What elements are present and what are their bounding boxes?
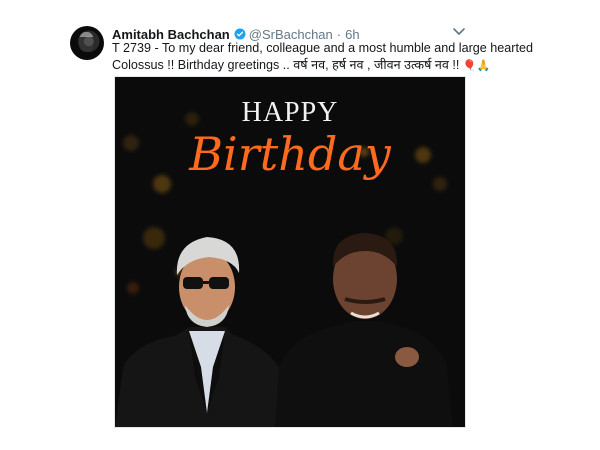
tweet-text-line-2: Colossus !! Birthday greetings .. वर्ष न…: [112, 57, 490, 75]
tweet: Amitabh Bachchan @SrBachchan · 6h T 2739…: [0, 0, 600, 450]
avatar[interactable]: [70, 26, 104, 60]
verified-badge-icon: [234, 28, 246, 40]
tweet-text-line-2-text: Colossus !! Birthday greetings .. वर्ष न…: [112, 58, 463, 72]
photo-title-happy: HAPPY: [241, 97, 339, 128]
balloon-pray-emoji: 🎈🙏: [462, 60, 491, 72]
tweet-text-line-1: T 2739 - To my dear friend, colleague an…: [112, 41, 533, 55]
tweet-photo[interactable]: HAPPY Birthday: [114, 76, 466, 428]
chevron-down-icon[interactable]: [452, 26, 466, 38]
tweet-text: T 2739 - To my dear friend, colleague an…: [112, 40, 533, 75]
right-person-figure: [275, 233, 453, 427]
